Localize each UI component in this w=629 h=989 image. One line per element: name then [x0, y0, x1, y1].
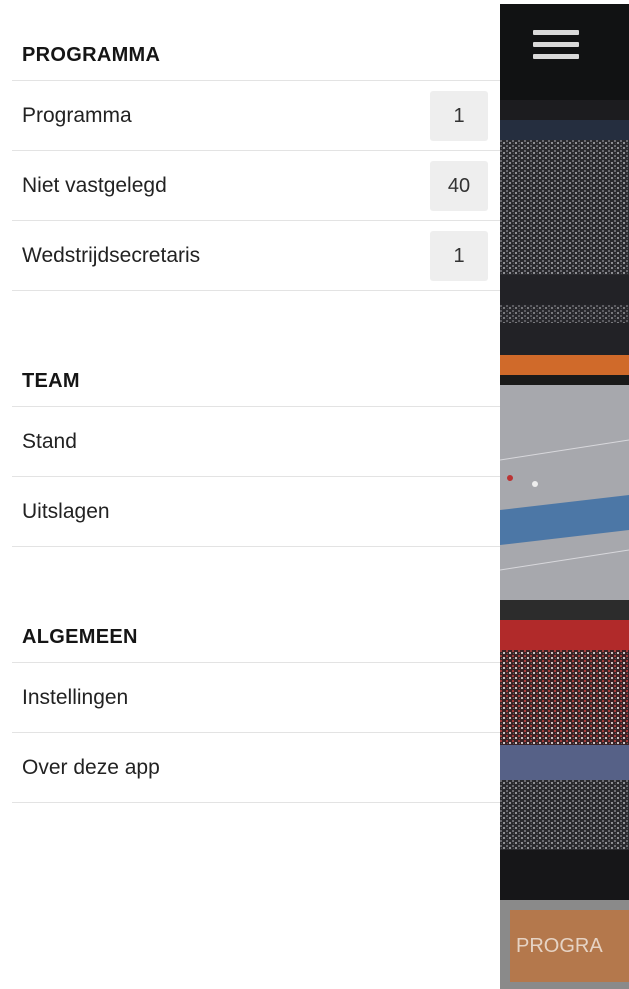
- menu-item-over-deze-app[interactable]: Over deze app: [12, 733, 500, 803]
- menu-item-wedstrijdsecretaris[interactable]: Wedstrijdsecretaris 1: [12, 221, 500, 291]
- bottom-bar: PROGRA: [500, 900, 629, 989]
- top-bar: [500, 4, 629, 100]
- program-tab-button[interactable]: PROGRA: [510, 910, 629, 982]
- menu-item-label: Instellingen: [22, 686, 129, 709]
- main-content: PROGRA: [500, 4, 629, 989]
- divider: [12, 546, 500, 547]
- menu-item-label: Stand: [22, 430, 77, 453]
- navigation-drawer: PROGRAMMA Programma 1 Niet vastgelegd 40…: [0, 0, 500, 989]
- menu-item-label: Niet vastgelegd: [22, 174, 167, 197]
- arena-photo: [500, 100, 629, 900]
- section-title-algemeen: ALGEMEEN: [22, 626, 138, 648]
- divider: [12, 802, 500, 803]
- menu-item-instellingen[interactable]: Instellingen: [12, 663, 500, 733]
- menu-item-niet-vastgelegd[interactable]: Niet vastgelegd 40: [12, 151, 500, 221]
- hamburger-icon[interactable]: [533, 30, 579, 64]
- menu-item-label: Programma: [22, 104, 132, 127]
- section-title-team: TEAM: [22, 370, 80, 392]
- divider: [12, 290, 500, 291]
- menu-item-stand[interactable]: Stand: [12, 407, 500, 477]
- section-title-programma: PROGRAMMA: [22, 44, 161, 66]
- menu-item-programma[interactable]: Programma 1: [12, 81, 500, 151]
- menu-item-label: Uitslagen: [22, 500, 110, 523]
- menu-item-label: Over deze app: [22, 756, 160, 779]
- menu-item-label: Wedstrijdsecretaris: [22, 244, 201, 267]
- count-badge: 40: [430, 161, 488, 211]
- count-badge: 1: [430, 91, 488, 141]
- count-badge: 1: [430, 231, 488, 281]
- menu-item-uitslagen[interactable]: Uitslagen: [12, 477, 500, 547]
